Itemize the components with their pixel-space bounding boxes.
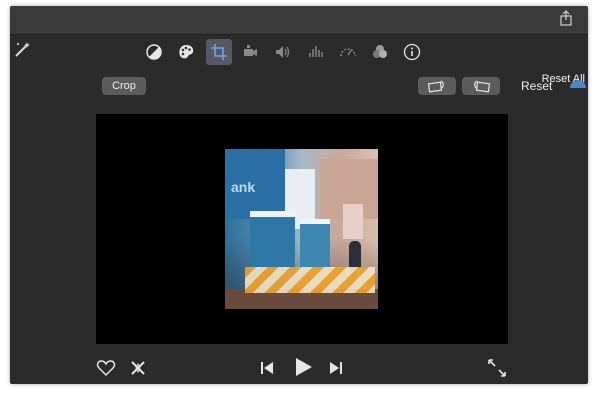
stabilization-camera-icon[interactable] [239, 41, 261, 63]
clip-filter-icon[interactable] [369, 41, 391, 63]
volume-icon[interactable] [272, 41, 294, 63]
share-icon[interactable] [557, 9, 575, 27]
rotate-right-button[interactable] [462, 77, 500, 95]
play-icon[interactable] [291, 355, 315, 379]
favorite-heart-icon[interactable] [96, 358, 116, 378]
imovie-editor-window: Reset All Crop Reset ank [10, 6, 588, 384]
playback-controls [10, 346, 588, 382]
crop-icon[interactable] [206, 39, 232, 65]
noise-reduction-icon[interactable] [305, 41, 327, 63]
rotate-left-button[interactable] [418, 77, 456, 95]
video-frame-preview: ank [225, 149, 378, 309]
storefront-sign-text: ank [231, 179, 256, 195]
skip-forward-icon[interactable] [326, 358, 346, 378]
adjustment-toolbar: Reset All [10, 34, 588, 85]
video-viewer: ank [96, 114, 508, 344]
magic-wand-icon[interactable] [12, 40, 32, 60]
color-balance-icon[interactable] [143, 41, 165, 63]
speed-gauge-icon[interactable] [337, 41, 359, 63]
reject-icon[interactable] [128, 358, 148, 378]
crop-reset-button[interactable]: Reset [521, 79, 552, 93]
apply-icon[interactable] [570, 80, 586, 88]
fullscreen-icon[interactable] [487, 358, 507, 378]
color-correction-palette-icon[interactable] [175, 41, 197, 63]
top-bar [10, 6, 588, 35]
info-icon[interactable] [401, 41, 423, 63]
rotate-left-icon [427, 80, 444, 93]
crop-button[interactable]: Crop [102, 77, 146, 95]
skip-back-icon[interactable] [257, 358, 277, 378]
rotate-right-icon [474, 80, 491, 93]
